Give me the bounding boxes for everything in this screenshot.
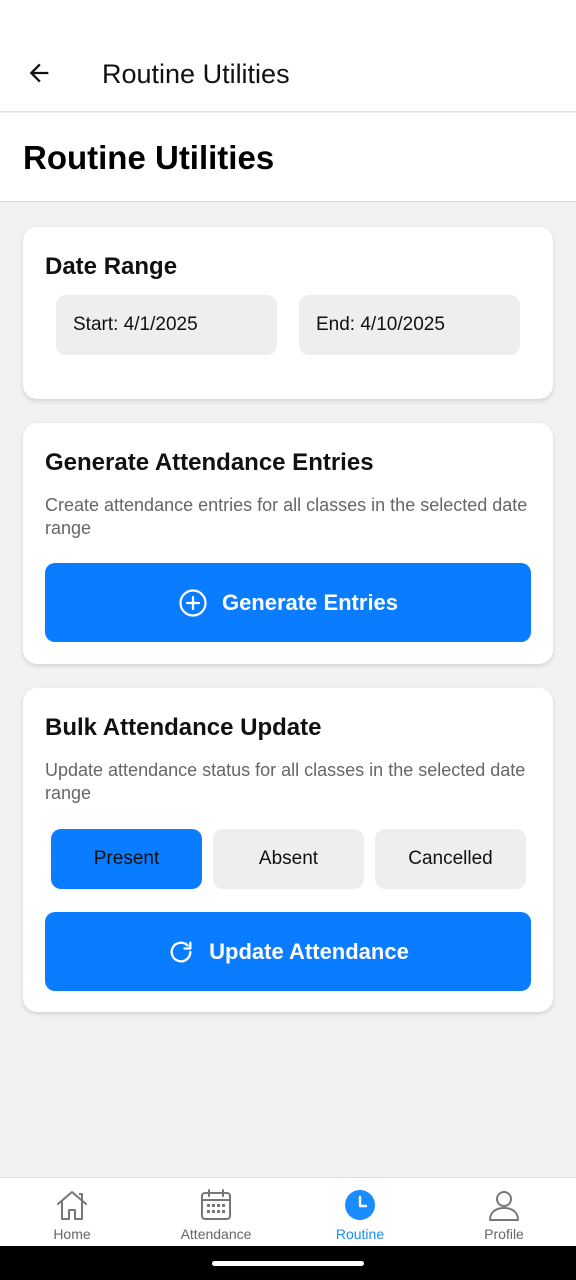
update-attendance-label: Update Attendance [209, 938, 409, 964]
nav-item-home[interactable]: Home [0, 1178, 144, 1247]
clock-icon [345, 1190, 375, 1220]
nav-item-routine[interactable]: Routine [288, 1178, 432, 1247]
bulk-update-description: Update attendance status for all classes… [45, 760, 526, 803]
app-bar-title: Routine Utilities [102, 59, 290, 89]
system-navigation-bar [0, 1246, 576, 1280]
page-title: Routine Utilities [23, 139, 275, 176]
generate-entries-button[interactable]: Generate Entries [45, 563, 531, 642]
end-date-picker[interactable]: End: 4/10/2025 [299, 295, 520, 355]
date-range-card: Date Range Start: 4/1/2025 End: 4/10/202… [23, 227, 553, 399]
home-icon [57, 1191, 87, 1220]
refresh-icon [170, 941, 192, 962]
home-gesture-handle[interactable] [212, 1261, 364, 1266]
generate-entries-title: Generate Attendance Entries [45, 449, 374, 476]
page-header: Routine Utilities [0, 113, 576, 202]
arrow-left-icon [29, 63, 49, 83]
update-attendance-button[interactable]: Update Attendance [45, 912, 531, 991]
generate-entries-description: Create attendance entries for all classe… [45, 495, 528, 538]
status-option-absent[interactable]: Absent [213, 829, 364, 889]
nav-item-attendance[interactable]: Attendance [144, 1178, 288, 1247]
nav-label-routine: Routine [335, 1226, 385, 1242]
nav-label-home: Home [53, 1226, 91, 1242]
bulk-update-title: Bulk Attendance Update [45, 714, 322, 741]
generate-entries-card: Generate Attendance Entries Create atten… [23, 423, 553, 664]
nav-label-profile: Profile [484, 1226, 524, 1242]
bulk-update-card: Bulk Attendance Update Update attendance… [23, 688, 553, 1012]
status-option-cancelled[interactable]: Cancelled [375, 829, 526, 889]
calendar-icon [201, 1189, 231, 1220]
app-bar: Routine Utilities [0, 0, 576, 112]
plus-circle-icon [179, 588, 207, 617]
status-option-present[interactable]: Present [51, 829, 202, 889]
generate-entries-label: Generate Entries [221, 589, 399, 615]
nav-item-profile[interactable]: Profile [432, 1178, 576, 1247]
bottom-navigation: Home Attendance Routine Profile [0, 1177, 576, 1246]
nav-label-attendance: Attendance [180, 1226, 252, 1242]
person-icon [489, 1191, 519, 1221]
date-range-title: Date Range [45, 253, 178, 280]
back-button[interactable] [18, 52, 60, 94]
start-date-picker[interactable]: Start: 4/1/2025 [56, 295, 277, 355]
